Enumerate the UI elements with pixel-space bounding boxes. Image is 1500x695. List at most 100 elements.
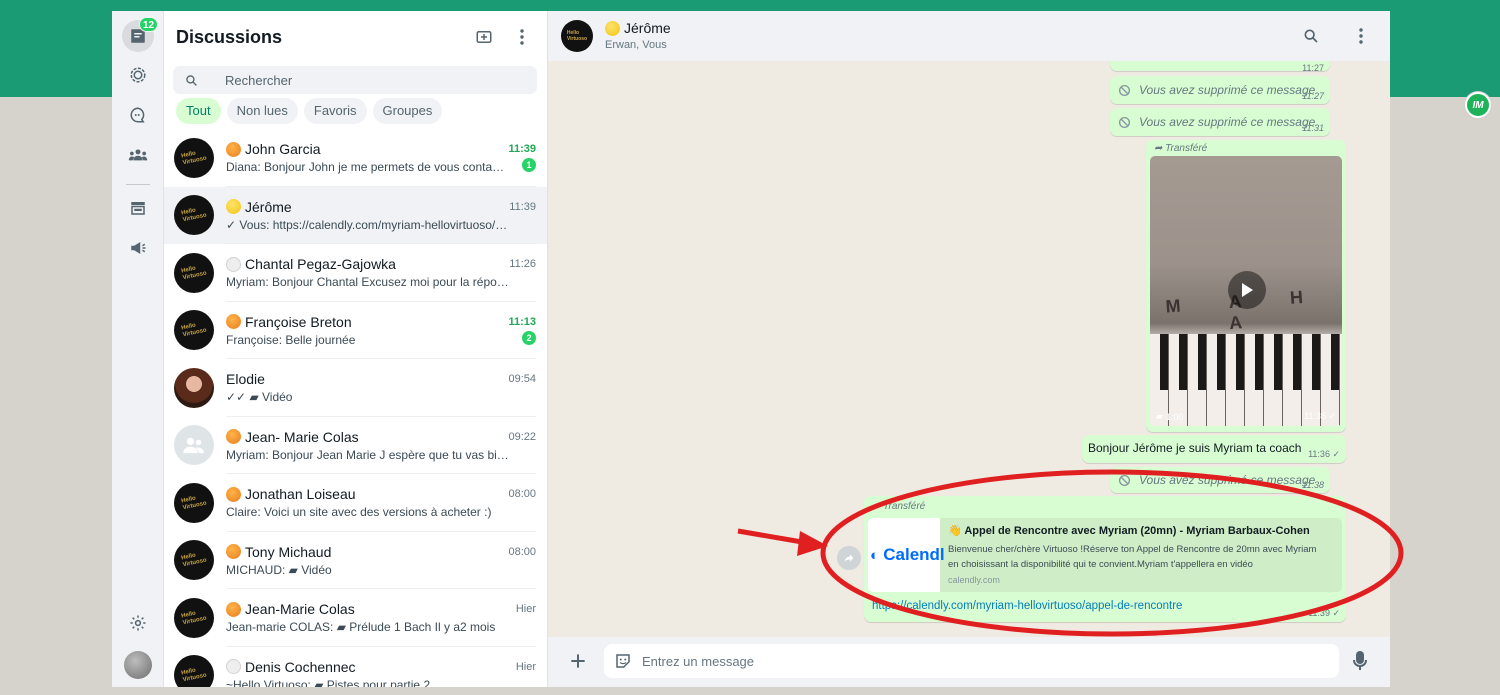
chat-row-header: Chantal Pegaz-Gajowka 11:26 [226,256,536,272]
chat-name: Chantal Pegaz-Gajowka [245,256,396,272]
conversation-header[interactable]: Hello Virtuoso Jérôme Erwan, Vous [548,11,1390,61]
rail-separator [126,184,150,185]
chat-row[interactable]: Hello Virtuoso Jérôme 11:39 ✓ Vous: https://… [164,186,547,244]
conversation-menu-button[interactable] [1351,26,1371,46]
chat-time: 08:00 [508,488,536,500]
deleted-message[interactable]: Vous avez supprimé ce message 11:38 [1110,467,1330,493]
deleted-icon [1118,116,1131,128]
chat-avatar[interactable]: Hello Virtuoso [174,655,214,687]
attach-button[interactable] [568,651,588,676]
filter-groups[interactable]: Groupes [372,98,443,124]
status-dot [226,486,241,502]
chat-row[interactable]: Jean- Marie Colas 09:22 Myriam: Bonjour Je… [164,417,547,474]
filter-all[interactable]: Tout [176,98,221,124]
chat-row-body: Jonathan Loiseau 08:00 Claire: Voici un si… [226,474,536,532]
chat-row[interactable]: Hello Virtuoso Jonathan Loiseau 08:00 Claire… [164,474,547,532]
chat-row[interactable]: Hello Virtuoso Denis Cochennec Hier ~Hello V… [164,647,547,687]
chat-avatar[interactable] [174,425,214,466]
new-chat-button[interactable] [472,25,496,49]
chat-avatar[interactable] [174,367,214,408]
more-vertical-icon [1359,28,1363,44]
play-button[interactable] [1228,271,1266,309]
message-time: 11:31 [1302,123,1324,133]
filter-favorites[interactable]: Favoris [303,98,367,124]
chat-row[interactable]: Hello Virtuoso John Garcia 11:39 Diana: Bonj… [164,129,547,187]
channels-icon [130,107,145,123]
avatar-logo-text: Hello Virtuoso [180,610,208,627]
message-link[interactable]: https://calendly.com/myriam-hellovirtuos… [872,600,1182,612]
chat-avatar[interactable]: Hello Virtuoso [174,597,214,638]
chat-row[interactable]: Elodie 09:54 ✓✓ ▰ Vidéo [164,359,547,417]
deleted-message[interactable]: Vous avez supprimé ce message 11:27 [1110,76,1330,104]
ads-nav-button[interactable] [122,232,154,264]
chat-time: 11:39 [509,200,536,213]
conversation-search-button[interactable] [1301,26,1321,46]
link-message[interactable]: ➦ Transféré ◐ Calendl 👋 Appel de Rencont… [864,496,1346,622]
status-nav-button[interactable] [122,59,154,91]
chat-last-message: ✓ Vous: https://calendly.com/myriam-hell… [226,217,510,232]
avatar-logo-text: Hello Virtuoso [180,667,208,684]
chats-unread-badge: 12 [139,17,159,32]
settings-nav-button[interactable] [122,607,154,639]
text-message[interactable]: Bonjour Jérôme je suis Myriam ta coach 1… [1082,435,1346,463]
chat-rows: Hello Virtuoso John Garcia 11:39 Diana: Bonj… [164,129,547,687]
message-bubble[interactable]: 11:27 [1110,61,1330,73]
more-vertical-icon [520,29,524,45]
list-menu-button[interactable] [510,25,534,49]
chat-time: 11:26 [509,258,536,270]
chat-row[interactable]: Hello Virtuoso Chantal Pegaz-Gajowka 11:26 M… [164,244,547,302]
extension-badge[interactable]: IM [1465,92,1491,118]
chat-row-body: Tony Michaud 08:00 MICHAUD: ▰ Vidéo [226,532,536,589]
channels-nav-button[interactable] [122,99,154,131]
avatar-logo-text: Hello Virtuoso [180,207,208,224]
forward-shortcut-button[interactable] [837,546,861,570]
chat-avatar[interactable]: Hello Virtuoso [174,540,214,581]
status-dot [226,256,241,272]
message-time: 11:36 ✓ [1308,449,1340,459]
chat-row-header: Françoise Breton 11:13 [226,314,536,330]
forwarded-label: ➦ Transféré [872,501,926,512]
video-message[interactable]: ➦ Transféré M A H A ▰ 1:00 11:36 ✓ [1146,140,1346,432]
search-icon [173,74,209,87]
chat-name: Tony Michaud [245,543,332,560]
filter-unread[interactable]: Non lues [226,98,298,124]
chat-row[interactable]: Hello Virtuoso Tony Michaud 08:00 MICHAUD: ▰… [164,532,547,589]
play-icon [1242,283,1253,297]
chat-row-body: John Garcia 11:39 Diana: Bonjour John je m… [226,129,536,187]
deleted-message[interactable]: Vous avez supprimé ce message 11:31 [1110,108,1330,136]
chat-avatar[interactable]: Hello Virtuoso [174,195,214,236]
profile-avatar[interactable] [124,651,152,679]
deleted-icon [1118,474,1131,486]
chat-time: Hier [515,603,536,615]
chat-avatar[interactable]: Hello Virtuoso [174,482,214,523]
chat-avatar[interactable]: Hello Virtuoso [174,252,214,293]
communities-nav-button[interactable] [122,139,154,171]
chat-avatar[interactable]: Hello Virtuoso [174,137,214,178]
calendly-logo: ◐ Calendl [870,545,945,564]
chat-last-message: Diana: Bonjour John je me permets de vou… [226,160,510,174]
avatar-logo-text: Hello Virtuoso [180,150,208,167]
group-default-icon [183,438,204,454]
catalog-nav-button[interactable] [122,192,154,224]
conversation-avatar[interactable]: Hello Virtuoso [561,20,593,52]
chat-time: Hier [515,660,536,673]
conversation-participants: Erwan, Vous [605,39,667,51]
message-input[interactable]: Entrez un message [604,644,1339,678]
sticker-icon[interactable] [614,652,632,670]
communities-icon [128,149,148,161]
forward-icon [844,554,854,562]
chat-row[interactable]: Hello Virtuoso Jean-Marie Colas Hier Jean-ma… [164,589,547,647]
search-input[interactable]: Rechercher [173,66,537,94]
status-dot [605,20,620,36]
forwarded-label: ➦ Transféré [1154,143,1208,154]
video-thumbnail[interactable]: M A H A ▰ 1:00 11:36 ✓ [1150,156,1342,426]
chat-avatar[interactable]: Hello Virtuoso [174,310,214,351]
link-preview-description: Bienvenue cher/chère Virtuoso !Réserve t… [948,544,1317,570]
link-preview-card[interactable]: ◐ Calendl 👋 Appel de Rencontre avec Myri… [868,518,1342,592]
chat-row-body: Chantal Pegaz-Gajowka 11:26 Myriam: Bonjou… [226,244,536,302]
chat-row-header: Tony Michaud 08:00 [226,544,536,560]
megaphone-icon [131,242,146,254]
chat-row[interactable]: Hello Virtuoso Françoise Breton 11:13 Franço… [164,302,547,359]
link-preview-title: 👋 Appel de Rencontre avec Myriam (20mn) … [948,525,1310,537]
voice-message-button[interactable] [1353,650,1367,677]
